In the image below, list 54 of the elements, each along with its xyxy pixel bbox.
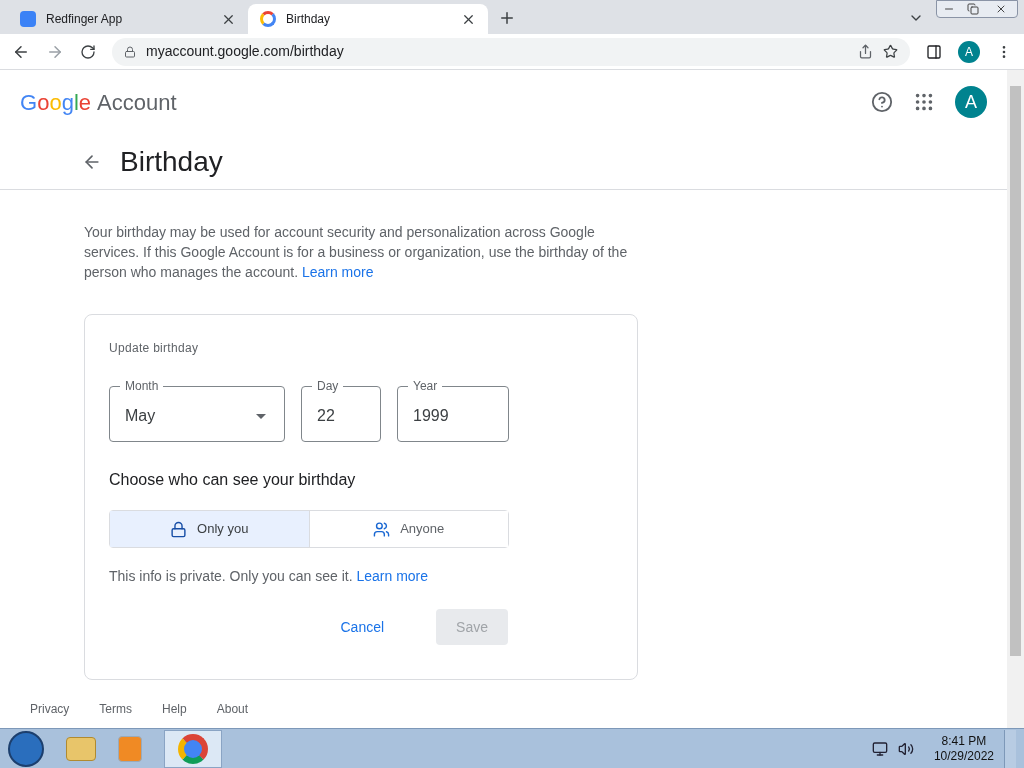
- tab-title: Birthday: [286, 11, 332, 28]
- bookmark-icon[interactable]: [883, 44, 898, 59]
- field-value: 1999: [413, 406, 449, 426]
- address-bar[interactable]: myaccount.google.com/birthday: [112, 37, 910, 66]
- field-value: 22: [317, 406, 335, 426]
- browser-tab[interactable]: Birthday: [248, 4, 488, 34]
- apps-icon[interactable]: [913, 91, 935, 113]
- account-avatar[interactable]: A: [955, 86, 987, 118]
- field-label: Year: [412, 378, 439, 394]
- url-text: myaccount.google.com/birthday: [146, 42, 344, 61]
- browser-tab[interactable]: Redfinger App: [8, 4, 248, 34]
- page-title: Birthday: [120, 144, 223, 179]
- start-orb-icon[interactable]: [8, 730, 44, 767]
- profile-avatar[interactable]: A: [958, 40, 980, 63]
- volume-icon[interactable]: [897, 740, 914, 757]
- close-window-icon[interactable]: [995, 3, 1007, 15]
- product-name: Account: [97, 88, 177, 117]
- restore-icon[interactable]: [967, 3, 979, 15]
- clock-time: 8:41 PM: [941, 733, 987, 749]
- privacy-note: This info is private. Only you can see it. Learn more: [109, 567, 430, 586]
- cancel-button[interactable]: Cancel: [320, 609, 405, 645]
- input-field[interactable]: Year 1999: [397, 378, 509, 442]
- intro-paragraph: Your birthday may be used for account security and personalization across Google services. If this Google Account is for a business or organization, use the birthday of the person who manages the account. Learn more: [84, 223, 629, 282]
- footer-link[interactable]: Help: [162, 700, 187, 718]
- share-icon[interactable]: [858, 44, 873, 59]
- scrollbar[interactable]: [1007, 70, 1024, 728]
- month-dropdown[interactable]: Month May: [109, 378, 285, 442]
- lock-icon: [170, 520, 188, 538]
- google-logo: Google: [20, 88, 91, 117]
- dropdown-caret-icon: [256, 413, 266, 419]
- network-icon[interactable]: [871, 740, 888, 757]
- visibility-option[interactable]: Only you: [110, 511, 309, 547]
- tab-title: Redfinger App: [46, 11, 124, 28]
- help-icon[interactable]: [871, 91, 893, 113]
- browser-taskbar-icon[interactable]: [164, 729, 222, 768]
- input-field[interactable]: Day 22: [301, 378, 381, 442]
- visibility-option[interactable]: Anyone: [308, 511, 508, 547]
- visibility-heading: Choose who can see your birthday: [109, 470, 357, 490]
- learn-more-link[interactable]: Learn more: [356, 568, 429, 584]
- clock-date: 10/29/2022: [933, 748, 994, 764]
- g-favicon-icon: [260, 11, 276, 27]
- card-heading: Update birthday: [109, 340, 200, 357]
- side-panel-icon[interactable]: [926, 43, 942, 60]
- field-value: May: [125, 406, 156, 426]
- footer-link[interactable]: Terms: [99, 700, 132, 718]
- field-label: Day: [316, 378, 340, 394]
- people-icon: [373, 520, 391, 538]
- footer-link[interactable]: Privacy: [30, 700, 70, 718]
- field-label: Month: [124, 378, 160, 394]
- lock-icon: [124, 45, 136, 58]
- new-tab-icon[interactable]: [498, 9, 516, 27]
- learn-more-link[interactable]: Learn more: [301, 264, 374, 280]
- reload-icon[interactable]: [80, 43, 96, 60]
- footer-link[interactable]: About: [216, 700, 249, 718]
